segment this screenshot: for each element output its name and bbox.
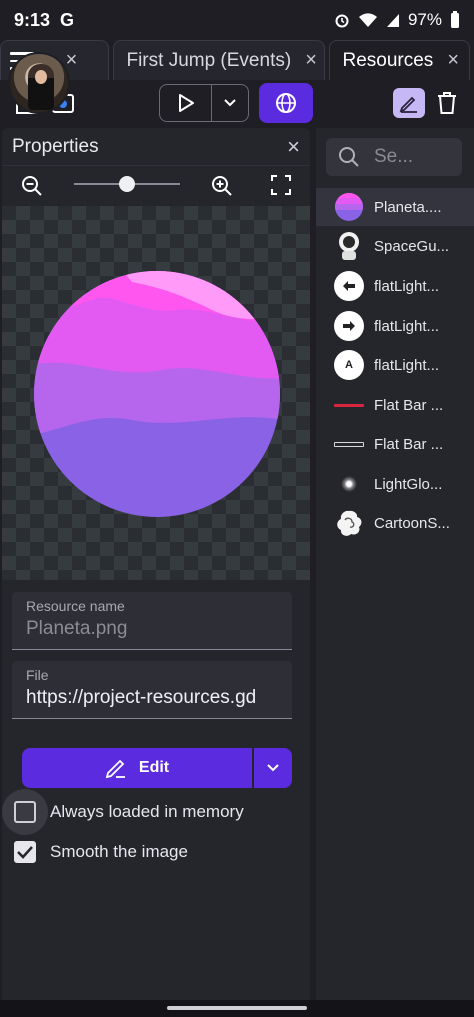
properties-header: Properties × (2, 128, 310, 166)
resource-name-value: Planeta.png (26, 618, 128, 639)
google-icon: G (60, 9, 75, 30)
fit-screen-icon[interactable] (270, 174, 292, 196)
close-icon[interactable]: × (66, 49, 78, 72)
play-icon (178, 94, 194, 112)
always-loaded-row[interactable]: Always loaded in memory (2, 789, 244, 835)
chevron-down-icon (267, 764, 279, 772)
outline-bar-icon (334, 429, 364, 459)
zoom-out-icon[interactable] (20, 174, 44, 198)
resource-item-flatbar-1[interactable]: Flat Bar ... (316, 386, 474, 424)
cartoon-smoke-icon (334, 508, 364, 538)
close-icon[interactable]: × (287, 134, 300, 160)
delete-button[interactable] (434, 88, 460, 118)
planet-icon (334, 192, 364, 222)
tab-bar: p × First Jump (Events) × Resources × (0, 40, 474, 80)
resource-label: LightGlo... (374, 475, 443, 493)
letter-a-icon: A (334, 350, 364, 380)
signal-icon (386, 14, 399, 27)
avatar[interactable] (8, 52, 70, 114)
resource-label: Flat Bar ... (374, 435, 444, 453)
properties-title: Properties (12, 135, 99, 157)
search-icon (339, 147, 359, 167)
resource-label: flatLight... (374, 317, 440, 335)
resource-name-label: Resource name (26, 598, 125, 614)
check-icon (17, 846, 33, 859)
wifi-icon (358, 13, 377, 27)
alarm-icon (335, 14, 349, 28)
light-glow-icon (334, 469, 364, 499)
tab-events[interactable]: First Jump (Events) × (113, 40, 326, 80)
file-field[interactable]: File https://project-resources.gd (12, 661, 292, 719)
search-placeholder: Se... (374, 146, 414, 167)
play-button[interactable] (160, 85, 212, 121)
home-indicator[interactable] (167, 1006, 307, 1010)
resource-label: flatLight... (374, 356, 440, 374)
edit-image-button[interactable]: Edit (22, 748, 252, 788)
edit-mode-button[interactable] (393, 88, 425, 118)
publish-button[interactable] (259, 83, 313, 123)
close-icon[interactable]: × (305, 49, 317, 72)
file-label: File (26, 667, 49, 683)
resource-item-planeta[interactable]: Planeta.... (316, 188, 474, 226)
tab-label: Resources (342, 49, 434, 71)
resource-item-flatlight-3[interactable]: A flatLight... (316, 346, 474, 384)
chevron-down-icon (224, 99, 236, 107)
resource-item-flatbar-2[interactable]: Flat Bar ... (316, 425, 474, 463)
smooth-image-checkbox[interactable] (14, 841, 36, 863)
arrow-right-icon (334, 311, 364, 341)
resource-label: flatLight... (374, 277, 440, 295)
zoom-in-icon[interactable] (210, 174, 234, 198)
resource-item-cartoonsmoke[interactable]: CartoonS... (316, 504, 474, 542)
resource-item-flatlight-2[interactable]: flatLight... (316, 307, 474, 345)
battery-percent: 97% (407, 10, 442, 29)
edit-label: Edit (138, 759, 170, 776)
resource-item-spaceguy[interactable]: SpaceGu... (316, 227, 474, 265)
globe-icon (276, 93, 296, 113)
file-value: https://project-resources.gd (26, 687, 257, 708)
red-bar-icon (334, 390, 364, 420)
planet-image (34, 271, 280, 517)
tab-resources[interactable]: Resources × (329, 40, 470, 80)
resource-name-field[interactable]: Resource name Planeta.png (12, 592, 292, 650)
run-dropdown-button[interactable] (212, 85, 248, 121)
astronaut-icon (334, 231, 364, 261)
smooth-image-label: Smooth the image (50, 842, 188, 861)
trash-icon (438, 92, 456, 114)
always-loaded-label: Always loaded in memory (50, 802, 244, 821)
resource-label: SpaceGu... (374, 237, 450, 255)
resource-item-flatlight-1[interactable]: flatLight... (316, 267, 474, 305)
battery-icon (451, 11, 459, 28)
run-group (159, 84, 249, 122)
close-icon[interactable]: × (447, 49, 459, 72)
status-time: 9:13 (14, 9, 51, 30)
resources-panel: Se... Planeta.... SpaceGu... flatLight..… (316, 128, 474, 1000)
tab-label: First Jump (Events) (126, 49, 292, 71)
pencil-icon (105, 759, 125, 779)
resource-label: Flat Bar ... (374, 396, 444, 414)
edit-icon (399, 96, 417, 113)
arrow-left-icon (334, 271, 364, 301)
search-input[interactable]: Se... (326, 138, 462, 176)
resource-label: Planeta.... (374, 198, 442, 216)
zoom-slider-thumb[interactable] (119, 176, 135, 192)
smooth-image-row[interactable]: Smooth the image (2, 832, 188, 872)
properties-panel: Properties × Resource name Planeta.png F… (2, 128, 310, 1000)
resource-label: CartoonS... (374, 514, 450, 532)
status-bar: 9:13 G 97% (0, 0, 474, 40)
resource-item-lightglow[interactable]: LightGlo... (316, 465, 474, 503)
edit-dropdown-button[interactable] (254, 748, 292, 788)
always-loaded-checkbox[interactable] (14, 801, 36, 823)
